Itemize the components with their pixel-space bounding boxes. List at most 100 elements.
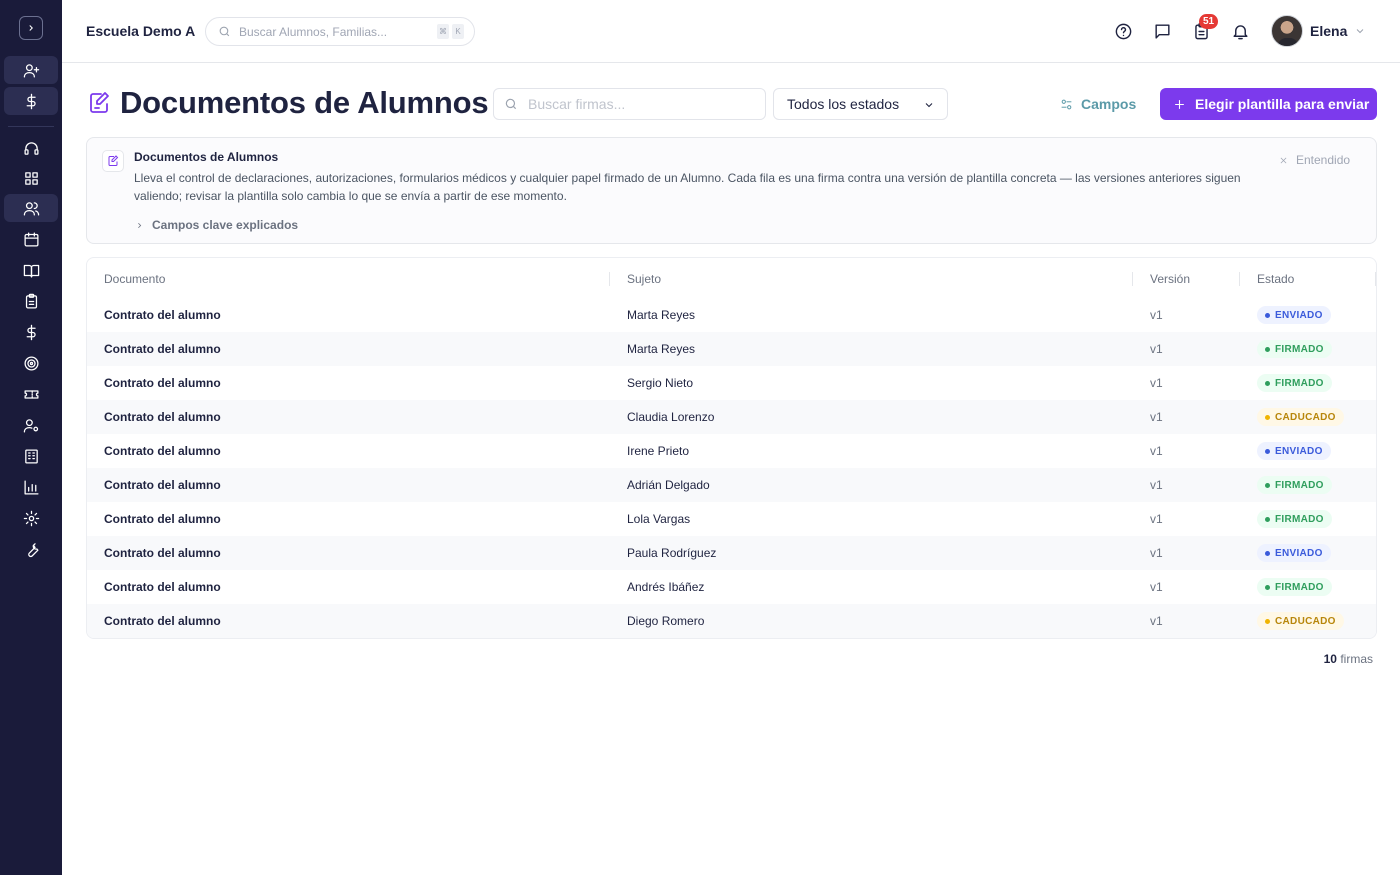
status-dot	[1265, 516, 1270, 522]
subject-cell: Andrés Ibáñez	[627, 580, 705, 594]
document-cell[interactable]: Contrato del alumno	[104, 376, 221, 390]
key-fields-toggle[interactable]: Campos clave explicados	[135, 218, 298, 232]
messages-button[interactable]	[1152, 21, 1172, 41]
status-label: ENVIADO	[1275, 547, 1323, 559]
search-icon	[505, 98, 517, 110]
sidebar-item-reports[interactable]	[4, 473, 58, 501]
sidebar-item-settings[interactable]	[4, 504, 58, 532]
sidebar-item-dashboard[interactable]	[4, 164, 58, 192]
record-count: 10 firmas	[1324, 652, 1373, 666]
dollar-icon	[26, 324, 36, 340]
version-cell: v1	[1150, 478, 1163, 492]
status-badge: FIRMADO	[1257, 340, 1332, 358]
table-row[interactable]: Contrato del alumno Paula Rodríguez v1 ENVI…	[87, 536, 1376, 570]
status-dot	[1265, 346, 1270, 352]
signature-search-input[interactable]: Buscar firmas...	[493, 88, 766, 120]
status-badge: FIRMADO	[1257, 578, 1332, 596]
plus-icon	[1175, 99, 1184, 109]
sidebar-item-support[interactable]	[4, 134, 58, 162]
notifications-button[interactable]	[1230, 21, 1250, 41]
fields-button-label: Campos	[1081, 96, 1137, 112]
column-header-status[interactable]: Estado	[1257, 272, 1294, 286]
record-count-number: 10	[1323, 652, 1337, 666]
sidebar-item-finance[interactable]	[4, 318, 58, 346]
dismiss-label: Entendido	[1296, 153, 1351, 167]
user-name[interactable]: Elena	[1310, 23, 1347, 39]
status-label: FIRMADO	[1275, 581, 1324, 593]
column-divider[interactable]	[1375, 272, 1376, 286]
table-row[interactable]: Contrato del alumno Claudia Lorenzo v1 CADU…	[87, 400, 1376, 434]
document-cell[interactable]: Contrato del alumno	[104, 580, 221, 594]
expand-sidebar-button[interactable]	[19, 16, 43, 40]
column-divider[interactable]	[1132, 272, 1133, 286]
status-dot	[1265, 380, 1270, 386]
document-cell[interactable]: Contrato del alumno	[104, 342, 221, 356]
help-button[interactable]	[1113, 21, 1133, 41]
document-cell[interactable]: Contrato del alumno	[104, 478, 221, 492]
status-label: CADUCADO	[1275, 615, 1336, 627]
status-dot	[1265, 414, 1270, 420]
subject-cell: Sergio Nieto	[627, 376, 694, 390]
table-row[interactable]: Contrato del alumno Andrés Ibáñez v1 FIRMAD…	[87, 570, 1376, 604]
dismiss-button[interactable]: Entendido	[1279, 153, 1350, 167]
column-header-version[interactable]: Versión	[1150, 272, 1190, 286]
status-filter-select[interactable]: Todos los estados	[773, 88, 948, 120]
status-badge: FIRMADO	[1257, 510, 1332, 528]
fields-button[interactable]: Campos	[1060, 94, 1136, 114]
chat-icon	[1154, 23, 1170, 39]
sidebar-item-organization[interactable]	[4, 442, 58, 470]
user-menu-button[interactable]	[1354, 25, 1366, 37]
document-cell[interactable]: Contrato del alumno	[104, 444, 221, 458]
shortcut-key: K	[452, 24, 464, 39]
column-header-subject[interactable]: Sujeto	[627, 272, 661, 286]
status-label: ENVIADO	[1275, 445, 1323, 457]
status-badge: ENVIADO	[1257, 306, 1331, 324]
global-search-placeholder: Buscar Alumnos, Familias...	[239, 24, 388, 39]
table-row[interactable]: Contrato del alumno Marta Reyes v1 FIRMADO	[87, 332, 1376, 366]
target-icon	[23, 355, 39, 371]
sidebar-item-billing[interactable]	[4, 87, 58, 115]
column-divider[interactable]	[609, 272, 610, 286]
global-search-input[interactable]: Buscar Alumnos, Familias... ⌘ K	[205, 17, 475, 46]
document-cell[interactable]: Contrato del alumno	[104, 546, 221, 560]
document-cell[interactable]: Contrato del alumno	[104, 512, 221, 526]
sidebar-item-add-user[interactable]	[4, 56, 58, 84]
status-dot	[1265, 448, 1270, 454]
avatar[interactable]	[1271, 15, 1303, 47]
table-row[interactable]: Contrato del alumno Sergio Nieto v1 FIRMADO	[87, 366, 1376, 400]
column-header-document[interactable]: Documento	[104, 272, 165, 286]
table-row[interactable]: Contrato del alumno Diego Romero v1 CADUCAD…	[87, 604, 1376, 638]
user-cog-icon	[23, 418, 38, 433]
help-icon	[1115, 23, 1131, 39]
school-name: Escuela Demo A	[86, 23, 196, 39]
sidebar-item-tools[interactable]	[4, 535, 58, 563]
sidebar-item-tickets[interactable]	[4, 380, 58, 408]
status-label: FIRMADO	[1275, 513, 1324, 525]
status-filter-value: Todos los estados	[787, 96, 900, 112]
column-divider[interactable]	[1239, 272, 1240, 286]
document-cell[interactable]: Contrato del alumno	[104, 308, 221, 322]
version-cell: v1	[1150, 376, 1163, 390]
status-badge: CADUCADO	[1257, 612, 1344, 630]
subject-cell: Marta Reyes	[627, 342, 696, 356]
status-label: FIRMADO	[1275, 479, 1324, 491]
sidebar-item-students[interactable]	[4, 194, 58, 222]
table-header: Documento Sujeto Versión Estado	[87, 258, 1376, 298]
sidebar-item-tasks[interactable]	[4, 287, 58, 315]
sidebar-item-calendar[interactable]	[4, 225, 58, 253]
table-row[interactable]: Contrato del alumno Lola Vargas v1 FIRMADO	[87, 502, 1376, 536]
document-cell[interactable]: Contrato del alumno	[104, 410, 221, 424]
sidebar-item-courses[interactable]	[4, 256, 58, 284]
sidebar-item-goals[interactable]	[4, 349, 58, 377]
status-label: CADUCADO	[1275, 411, 1336, 423]
sidebar-item-staff[interactable]	[4, 411, 58, 439]
table-row[interactable]: Contrato del alumno Marta Reyes v1 ENVIADO	[87, 298, 1376, 332]
sliders-icon	[1061, 99, 1072, 109]
choose-template-button[interactable]: Elegir plantilla para enviar	[1160, 88, 1377, 120]
version-cell: v1	[1150, 614, 1163, 628]
book-icon	[23, 264, 39, 278]
key-fields-toggle-label: Campos clave explicados	[152, 218, 299, 232]
document-cell[interactable]: Contrato del alumno	[104, 614, 221, 628]
table-row[interactable]: Contrato del alumno Irene Prieto v1 ENVIADO	[87, 434, 1376, 468]
table-row[interactable]: Contrato del alumno Adrián Delgado v1 FIRMA…	[87, 468, 1376, 502]
